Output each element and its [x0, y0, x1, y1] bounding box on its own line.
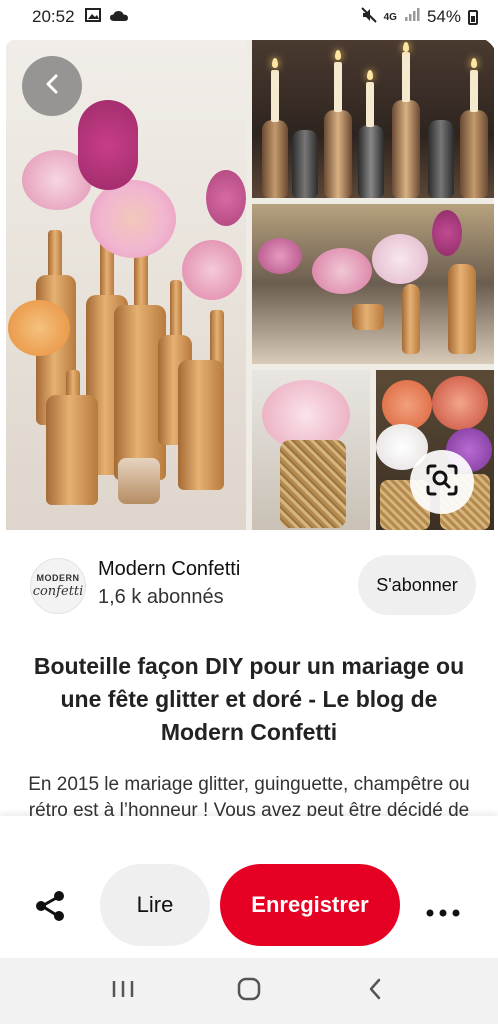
creator-row: MODERN confetti Modern Confetti 1,6 k ab… — [30, 554, 478, 618]
more-button[interactable] — [418, 886, 468, 930]
battery-level: 54% — [426, 7, 461, 26]
signal-icon — [404, 7, 420, 27]
home-button[interactable] — [229, 971, 269, 1011]
visual-search-icon — [425, 463, 459, 502]
pin-image-tile-jar — [252, 370, 370, 530]
avatar[interactable]: MODERN confetti — [30, 558, 86, 614]
read-button[interactable]: Lire — [100, 864, 210, 946]
follow-button[interactable]: S'abonner — [358, 555, 476, 615]
creator-name[interactable]: Modern Confetti — [98, 558, 240, 581]
share-button[interactable] — [28, 886, 72, 930]
status-bar: 20:52 4G 54% — [0, 0, 498, 34]
status-time: 20:52 — [32, 7, 75, 26]
creator-followers: 1,6 k abonnés — [98, 586, 224, 608]
mute-icon — [360, 6, 377, 28]
visual-search-button[interactable] — [410, 450, 474, 514]
battery-icon — [468, 9, 478, 25]
more-horizontal-icon — [426, 893, 460, 924]
action-bar: Lire Enregistrer — [0, 816, 498, 958]
pin-image-tile-table — [252, 204, 494, 364]
avatar-logo-line2: confetti — [32, 584, 84, 599]
recents-icon — [111, 979, 135, 1004]
pin-title: Bouteille façon DIY pour un mariage ou u… — [33, 653, 465, 745]
pin-image-tile-candles — [252, 40, 494, 198]
system-nav-bar — [0, 958, 498, 1024]
save-button[interactable]: Enregistrer — [220, 864, 400, 946]
image-icon — [84, 7, 101, 27]
network-type: 4G — [383, 11, 397, 23]
back-button[interactable] — [22, 56, 82, 116]
share-icon — [33, 889, 67, 928]
avatar-logo-line1: MODERN — [36, 573, 80, 583]
system-back-button[interactable] — [355, 971, 395, 1011]
recents-button[interactable] — [103, 971, 143, 1011]
back-icon — [367, 977, 383, 1006]
home-icon — [236, 976, 262, 1007]
chevron-left-icon — [44, 73, 60, 100]
cloud-icon — [109, 7, 129, 27]
